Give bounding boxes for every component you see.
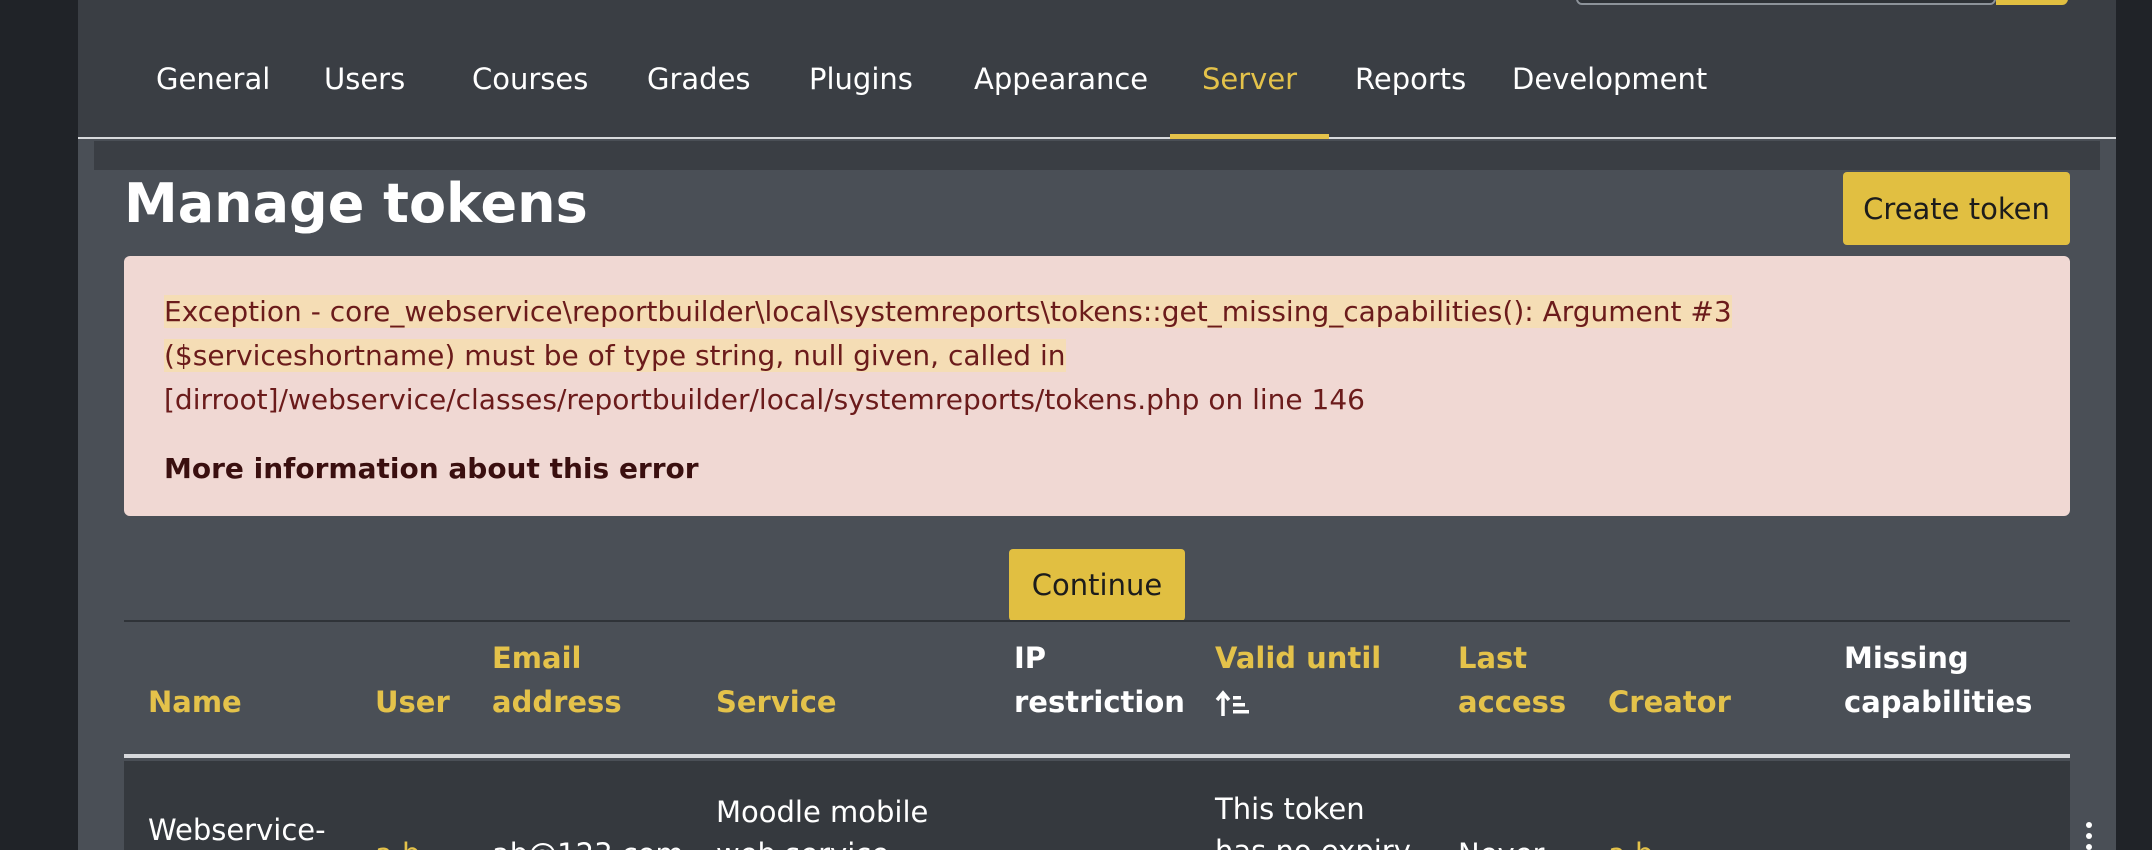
nav-tab-plugins[interactable]: Plugins: [777, 20, 945, 137]
cell-service: Moodle mobile web service: [716, 791, 928, 850]
column-header-ip-restriction: IP restriction: [1014, 636, 1185, 724]
nav-tab-users[interactable]: Users: [292, 20, 437, 137]
cell-service-line: web service: [716, 833, 928, 850]
cell-creator-link[interactable]: a b: [1608, 833, 1653, 850]
table-header: Name User Email address Service IP restr…: [124, 622, 2070, 758]
column-header-valid-until[interactable]: Valid until: [1215, 636, 1381, 724]
cell-valid-line: This token: [1215, 792, 1365, 826]
cell-valid-line: has no expiry: [1215, 830, 1411, 850]
column-header-creator[interactable]: Creator: [1608, 680, 1731, 724]
column-header-last-access[interactable]: Last access: [1458, 636, 1566, 724]
nav-tab-development[interactable]: Development: [1480, 20, 1739, 137]
column-header-email[interactable]: Email address: [492, 636, 622, 724]
secondary-navigation: General Users Courses Grades Plugins App…: [78, 20, 2116, 139]
error-message: Exception - core_webservice\reportbuilde…: [164, 290, 2030, 422]
page: General Users Courses Grades Plugins App…: [78, 0, 2116, 850]
column-header-label: IP: [1014, 641, 1047, 675]
sort-ascending-icon[interactable]: [1215, 680, 1381, 724]
column-header-label: capabilities: [1844, 685, 2033, 719]
nav-tab-courses[interactable]: Courses: [440, 20, 620, 137]
app-shell: General Users Courses Grades Plugins App…: [0, 0, 2152, 850]
column-header-label: Service: [716, 685, 837, 719]
kebab-menu-icon[interactable]: [2084, 821, 2094, 850]
nav-tab-grades[interactable]: Grades: [615, 20, 783, 137]
search-button[interactable]: [1996, 0, 2068, 5]
column-header-label: restriction: [1014, 685, 1185, 719]
column-header-label: Name: [148, 685, 242, 719]
nav-tab-reports[interactable]: Reports: [1323, 20, 1498, 137]
more-info-link[interactable]: More information about this error: [164, 452, 2030, 485]
column-header-service[interactable]: Service: [716, 680, 837, 724]
error-alert: Exception - core_webservice\reportbuilde…: [124, 256, 2070, 516]
cell-user-link[interactable]: a b: [375, 833, 420, 850]
column-header-name[interactable]: Name: [148, 680, 242, 724]
column-header-user[interactable]: User: [375, 680, 450, 724]
cell-valid-until: This token has no expiry: [1215, 788, 1411, 850]
column-header-label: address: [492, 685, 622, 719]
column-header-label: Creator: [1608, 685, 1731, 719]
nav-tab-appearance[interactable]: Appearance: [942, 20, 1180, 137]
column-header-label: Email: [492, 641, 582, 675]
table-row: Webservice- a b ab@123.com Moodle mobile…: [124, 761, 2092, 850]
column-header-label: User: [375, 685, 450, 719]
error-message-location: [dirroot]/webservice/classes/reportbuild…: [164, 383, 1365, 416]
cell-service-line: Moodle mobile: [716, 795, 929, 829]
search-input[interactable]: [1576, 0, 1996, 5]
create-token-button[interactable]: Create token: [1843, 172, 2070, 245]
column-header-label: Missing: [1844, 641, 1969, 675]
top-bar: [78, 0, 2116, 20]
column-header-label: access: [1458, 685, 1567, 719]
column-header-label: Last: [1458, 641, 1528, 675]
cell-last-access: Never: [1458, 833, 1544, 850]
error-message-highlight: Exception - core_webservice\reportbuilde…: [164, 295, 1732, 372]
cell-name: Webservice-: [148, 813, 326, 847]
continue-button[interactable]: Continue: [1009, 549, 1185, 621]
nav-tab-server[interactable]: Server: [1170, 20, 1330, 139]
nav-tab-general[interactable]: General: [124, 20, 302, 137]
page-title: Manage tokens: [124, 172, 588, 235]
column-header-label: Valid until: [1215, 641, 1382, 675]
cell-email: ab@123.com: [492, 833, 684, 850]
column-header-missing-capabilities: Missing capabilities: [1844, 636, 2032, 724]
page-header-bar: [94, 141, 2100, 170]
